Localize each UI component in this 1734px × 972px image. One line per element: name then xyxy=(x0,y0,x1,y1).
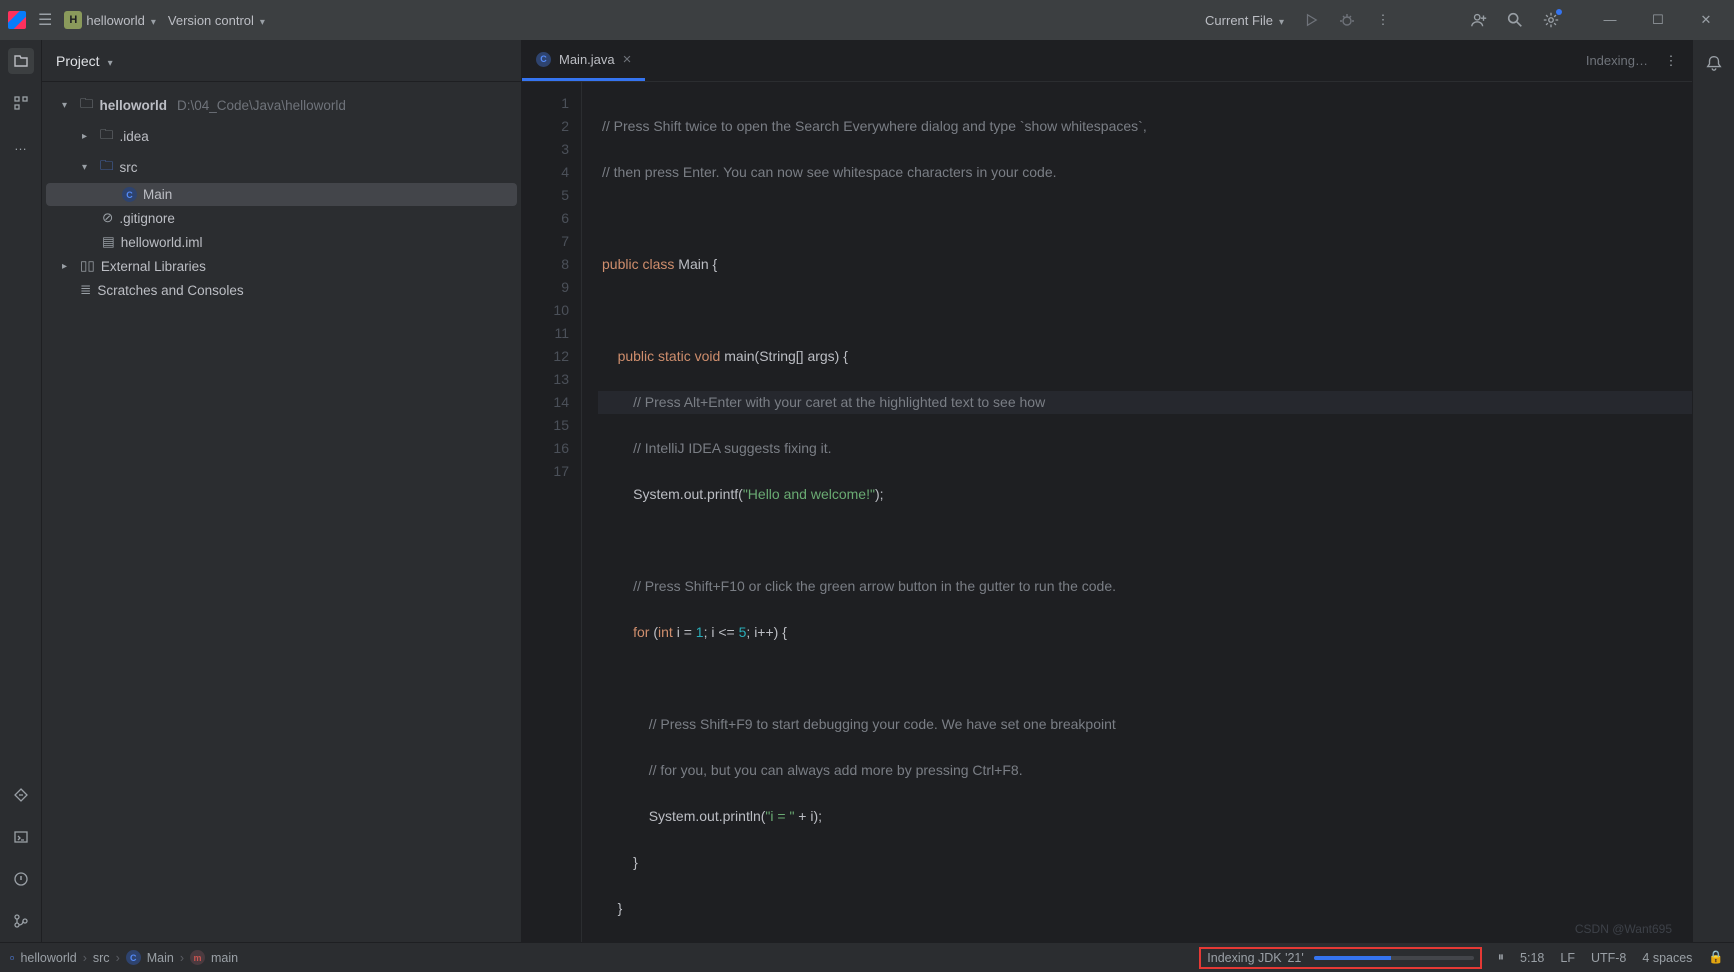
tree-label: External Libraries xyxy=(101,259,206,274)
tab-label: Main.java xyxy=(559,52,615,67)
vcs-label: Version control xyxy=(168,13,254,28)
project-badge: H xyxy=(64,11,82,29)
pause-indexing-icon[interactable]: ⏸ xyxy=(1498,950,1504,965)
breadcrumbs[interactable]: ▫ helloworld› src› C Main› m main xyxy=(10,950,238,965)
chevron-down-icon xyxy=(258,13,265,28)
more-tools-icon[interactable]: … xyxy=(8,132,34,158)
library-icon: ▯▯ xyxy=(80,258,95,274)
indexing-text: Indexing JDK '21' xyxy=(1207,951,1304,965)
code-editor[interactable]: 12 34 567 8910 111213 141516 17 // Press… xyxy=(522,82,1692,942)
tree-scratches[interactable]: ≣ Scratches and Consoles xyxy=(46,278,517,302)
notifications-icon[interactable] xyxy=(1701,50,1727,76)
crumb[interactable]: src xyxy=(93,951,110,965)
method-icon: m xyxy=(190,950,205,965)
file-encoding[interactable]: UTF-8 xyxy=(1591,951,1626,965)
tree-label: src xyxy=(120,160,138,175)
project-panel: Project ▾ 🗀 helloworld D:\04_Code\Java\h… xyxy=(42,40,522,942)
tree-label: .idea xyxy=(120,129,149,144)
chevron-down-icon xyxy=(106,53,113,69)
editor-area...(main region): C Main.java × Indexing… ⋮ 12 34 567 8910… xyxy=(522,40,1692,942)
tree-path: D:\04_Code\Java\helloworld xyxy=(177,98,346,113)
run-config-selector[interactable]: Current File xyxy=(1205,13,1284,28)
status-bar: ▫ helloworld› src› C Main› m main Indexi… xyxy=(0,942,1734,972)
services-tool-icon[interactable] xyxy=(8,782,34,808)
line-separator[interactable]: LF xyxy=(1560,951,1575,965)
source-folder-icon: 🗀 xyxy=(100,156,114,179)
debug-icon[interactable] xyxy=(1338,11,1356,29)
add-user-icon[interactable] xyxy=(1470,11,1488,29)
tree-file-iml[interactable]: ▤ helloworld.iml xyxy=(46,230,517,254)
indexing-status[interactable]: Indexing JDK '21' xyxy=(1199,947,1482,969)
minimize-button[interactable]: — xyxy=(1590,12,1630,28)
lock-icon[interactable]: 🔒 xyxy=(1708,950,1724,965)
project-switcher[interactable]: H helloworld xyxy=(64,11,156,29)
right-tool-strip xyxy=(1692,40,1734,942)
crumb[interactable]: main xyxy=(211,951,238,965)
vcs-tool-icon[interactable] xyxy=(8,908,34,934)
project-tool-icon[interactable] xyxy=(8,48,34,74)
settings-icon[interactable] xyxy=(1542,11,1560,29)
search-icon[interactable] xyxy=(1506,11,1524,29)
class-icon: C xyxy=(126,950,141,965)
indexing-label: Indexing… xyxy=(1586,53,1648,68)
tab-more-icon[interactable]: ⋮ xyxy=(1662,52,1680,70)
caret-position[interactable]: 5:18 xyxy=(1520,951,1544,965)
editor-tab[interactable]: C Main.java × xyxy=(522,40,645,81)
tree-label: helloworld xyxy=(100,98,168,113)
crumb[interactable]: Main xyxy=(147,951,174,965)
tree-file-gitignore[interactable]: ⊘ .gitignore xyxy=(46,206,517,230)
run-config-label: Current File xyxy=(1205,13,1273,28)
module-icon: ▫ xyxy=(10,951,14,965)
tree-folder-src[interactable]: ▾🗀 src xyxy=(46,152,517,183)
titlebar: ☰ H helloworld Version control Current F… xyxy=(0,0,1734,40)
watermark: CSDN @Want695 xyxy=(1575,922,1672,936)
code-body[interactable]: // Press Shift twice to open the Search … xyxy=(582,82,1692,942)
class-icon: C xyxy=(536,52,551,67)
project-panel-title: Project xyxy=(56,53,100,69)
folder-icon: 🗀 xyxy=(100,125,114,148)
project-tree: ▾ 🗀 helloworld D:\04_Code\Java\helloworl… xyxy=(42,82,521,942)
tree-file-main[interactable]: C Main xyxy=(46,183,517,206)
maximize-button[interactable]: ☐ xyxy=(1638,12,1678,28)
chevron-down-icon xyxy=(1277,13,1284,28)
structure-tool-icon[interactable] xyxy=(8,90,34,116)
chevron-down-icon xyxy=(149,13,156,28)
ignore-icon: ⊘ xyxy=(102,210,113,226)
main-menu-icon[interactable]: ☰ xyxy=(38,10,52,30)
tree-label: helloworld.iml xyxy=(121,235,203,250)
tree-external-libraries[interactable]: ▸▯▯ External Libraries xyxy=(46,254,517,278)
tree-folder-idea[interactable]: ▸🗀 .idea xyxy=(46,121,517,152)
tree-label: Scratches and Consoles xyxy=(97,283,243,298)
indent-label[interactable]: 4 spaces xyxy=(1642,951,1692,965)
terminal-tool-icon[interactable] xyxy=(8,824,34,850)
editor-tabs: C Main.java × Indexing… ⋮ xyxy=(522,40,1692,82)
intellij-icon xyxy=(8,11,26,29)
problems-tool-icon[interactable] xyxy=(8,866,34,892)
left-tool-strip: … xyxy=(0,40,42,942)
project-panel-header[interactable]: Project xyxy=(42,40,521,82)
tree-label: .gitignore xyxy=(119,211,175,226)
close-tab-icon[interactable]: × xyxy=(623,51,632,68)
file-icon: ▤ xyxy=(102,234,115,250)
vcs-switcher[interactable]: Version control xyxy=(168,13,265,28)
tree-root[interactable]: ▾ 🗀 helloworld D:\04_Code\Java\helloworl… xyxy=(46,90,517,121)
more-icon[interactable]: ⋮ xyxy=(1374,11,1392,29)
folder-icon: 🗀 xyxy=(80,94,94,117)
editor-gutter: 12 34 567 8910 111213 141516 17 xyxy=(522,82,582,942)
scratches-icon: ≣ xyxy=(80,282,91,298)
project-name: helloworld xyxy=(86,13,145,28)
indexing-progress xyxy=(1314,956,1474,960)
run-icon[interactable] xyxy=(1302,11,1320,29)
tree-label: Main xyxy=(143,187,172,202)
crumb[interactable]: helloworld xyxy=(20,951,76,965)
class-icon: C xyxy=(122,187,137,202)
close-button[interactable]: ✕ xyxy=(1686,12,1726,28)
